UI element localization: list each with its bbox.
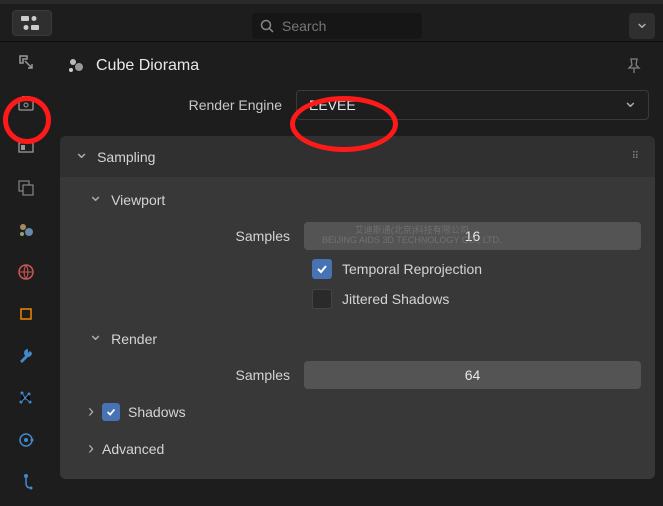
chevron-down-icon <box>74 146 89 167</box>
chevron-right-icon <box>88 438 94 459</box>
tab-object[interactable] <box>12 300 40 328</box>
particles-icon <box>17 389 35 407</box>
viewport-subpanel-header[interactable]: Viewport <box>60 181 655 218</box>
world-icon <box>17 263 35 281</box>
render-samples-value: 64 <box>465 367 481 383</box>
temporal-reprojection-row: Temporal Reprojection <box>60 254 655 284</box>
shadows-label: Shadows <box>128 404 186 420</box>
chevron-down-icon <box>88 328 103 349</box>
tab-output[interactable] <box>12 132 40 160</box>
viewport-samples-value: 16 <box>465 228 481 244</box>
tab-world[interactable] <box>12 258 40 286</box>
render-samples-label: Samples <box>60 367 304 383</box>
search-input[interactable]: Search <box>252 13 422 39</box>
object-icon <box>17 305 35 323</box>
chevron-right-icon <box>88 401 94 422</box>
shadows-subpanel-header[interactable]: Shadows <box>60 393 655 430</box>
advanced-label: Advanced <box>102 441 164 457</box>
viewport-samples-row: Samples 艾迪斯通(北京)科技有限公司BEIJING AIDS 3D TE… <box>60 218 655 254</box>
shadows-enable-checkbox[interactable] <box>102 403 120 421</box>
advanced-subpanel-header[interactable]: Advanced <box>60 430 655 467</box>
drag-grip-icon[interactable]: ⠿ <box>632 151 641 162</box>
tab-modifiers[interactable] <box>12 342 40 370</box>
render-engine-row: Render Engine EEVEE <box>58 90 657 134</box>
check-icon <box>315 262 329 276</box>
render-engine-label: Render Engine <box>66 97 296 113</box>
constraints-icon <box>17 473 35 491</box>
search-icon <box>260 19 274 33</box>
check-icon <box>105 406 117 418</box>
jittered-shadows-label: Jittered Shadows <box>342 291 449 307</box>
chevron-down-icon <box>623 95 638 116</box>
jittered-shadows-row: Jittered Shadows <box>60 284 655 314</box>
datablock-title: Cube Diorama <box>96 57 199 75</box>
chevron-down-icon <box>88 189 103 210</box>
tab-particles[interactable] <box>12 384 40 412</box>
physics-icon <box>17 431 35 449</box>
properties-tab-rail <box>0 42 52 506</box>
pin-button[interactable] <box>625 57 643 75</box>
viewport-samples-label: Samples <box>60 228 304 244</box>
scene-datablock-icon <box>66 56 86 76</box>
tab-physics[interactable] <box>12 426 40 454</box>
render-engine-value: EEVEE <box>309 97 356 113</box>
tab-render[interactable] <box>12 90 40 118</box>
wrench-icon <box>17 347 35 365</box>
tab-viewlayer[interactable] <box>12 174 40 202</box>
output-icon <box>17 137 35 155</box>
temporal-reprojection-checkbox[interactable] <box>312 259 332 279</box>
pin-icon <box>625 57 643 75</box>
render-engine-select[interactable]: EEVEE <box>296 90 649 120</box>
editor-type-switch[interactable] <box>12 10 52 36</box>
properties-icon <box>21 15 43 31</box>
chevron-down-icon <box>634 16 649 37</box>
tab-tool[interactable] <box>12 48 40 76</box>
editor-header: Search <box>0 4 663 42</box>
viewport-samples-input[interactable]: 艾迪斯通(北京)科技有限公司BEIJING AIDS 3D TECHNOLOGY… <box>304 222 641 250</box>
jittered-shadows-checkbox[interactable] <box>312 289 332 309</box>
header-options-button[interactable] <box>629 13 655 39</box>
render-subpanel-title: Render <box>111 331 157 347</box>
properties-main: Cube Diorama Render Engine EEVEE Samplin… <box>52 42 663 506</box>
viewlayer-icon <box>17 179 35 197</box>
sampling-header[interactable]: Sampling ⠿ <box>60 136 655 177</box>
tab-constraints[interactable] <box>12 468 40 496</box>
temporal-reprojection-label: Temporal Reprojection <box>342 261 482 277</box>
sampling-title: Sampling <box>97 149 155 165</box>
tool-icon <box>17 53 35 71</box>
render-samples-input[interactable]: 64 <box>304 361 641 389</box>
render-subpanel-header[interactable]: Render <box>60 320 655 357</box>
render-samples-row: Samples 64 <box>60 357 655 393</box>
scene-icon <box>17 221 35 239</box>
search-placeholder: Search <box>282 18 326 34</box>
sampling-panel: Sampling ⠿ Viewport Samples 艾迪斯通(北京)科技有限… <box>60 136 655 479</box>
viewport-title: Viewport <box>111 192 165 208</box>
render-icon <box>17 95 35 113</box>
datablock-title-row: Cube Diorama <box>58 50 657 90</box>
tab-scene[interactable] <box>12 216 40 244</box>
